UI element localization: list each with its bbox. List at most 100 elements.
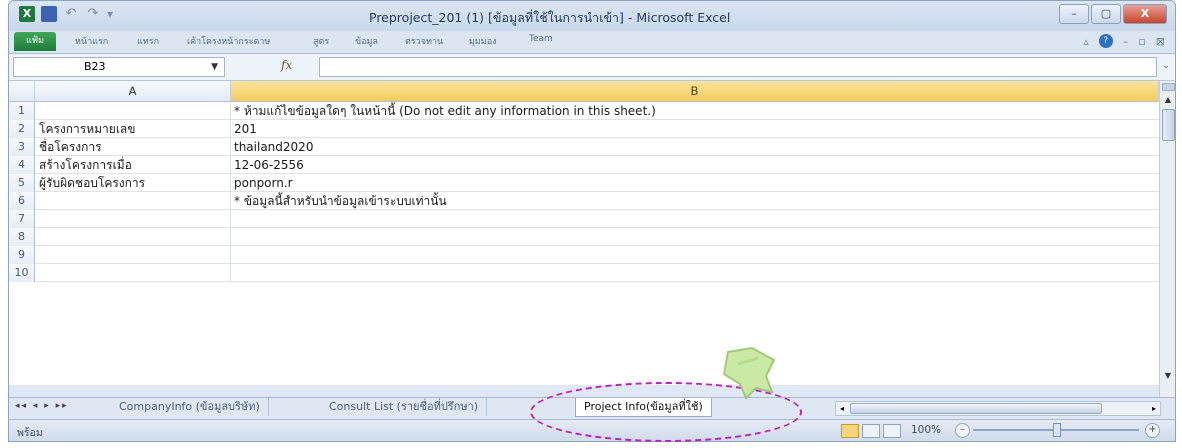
minimize-button[interactable]: – xyxy=(1059,4,1089,24)
split-box[interactable] xyxy=(1162,83,1175,91)
ribbon-restore-icon[interactable]: ▫ xyxy=(1138,35,1145,48)
cell-b1[interactable]: * ห้ามแก้ไขข้อมูลใดๆ ในหน้านี้ (Do not e… xyxy=(231,102,1159,120)
cell-b3[interactable]: thailand2020 xyxy=(231,138,1159,156)
chevron-down-icon[interactable]: ▼ xyxy=(211,58,218,76)
row-header[interactable]: 1 xyxy=(9,102,35,120)
horizontal-scrollbar[interactable]: ◂ ▸ xyxy=(835,401,1161,416)
undo-icon[interactable]: ↶ xyxy=(63,6,79,22)
zoom-in-button[interactable]: + xyxy=(1145,423,1160,438)
row-header[interactable]: 6 xyxy=(9,192,35,210)
name-box[interactable]: B23 ▼ xyxy=(13,57,225,77)
cell-b7[interactable] xyxy=(231,210,1159,228)
cell-a9[interactable] xyxy=(35,246,231,264)
help-icon[interactable]: ? xyxy=(1098,34,1113,48)
quick-access-toolbar: X ↶ ↷ ▾ xyxy=(19,6,113,22)
cell-a5[interactable]: ผู้รับผิดชอบโครงการ xyxy=(35,174,231,192)
excel-icon[interactable]: X xyxy=(19,6,35,22)
sheet-nav-arrows[interactable]: ◂◂ ◂ ▸ ▸▸ xyxy=(15,401,69,411)
ribbon-close-icon[interactable]: ⊠ xyxy=(1156,35,1165,48)
column-header-b[interactable]: B xyxy=(231,81,1159,102)
tab-file[interactable]: แฟ้ม xyxy=(14,32,56,51)
tab-data[interactable]: ข้อมูล xyxy=(355,34,378,48)
cell-b2[interactable]: 201 xyxy=(231,120,1159,138)
page-layout-view-icon[interactable] xyxy=(862,424,880,438)
cell-b5[interactable]: ponporn.r xyxy=(231,174,1159,192)
row-header[interactable]: 10 xyxy=(9,264,35,282)
cell-b8[interactable] xyxy=(231,228,1159,246)
table-row: 4 สร้างโครงการเมื่อ 12-06-2556 xyxy=(9,156,1159,174)
status-ready-text: พร้อม xyxy=(17,427,43,439)
save-icon[interactable] xyxy=(41,6,57,22)
table-row: 1 * ห้ามแก้ไขข้อมูลใดๆ ในหน้านี้ (Do not… xyxy=(9,102,1159,120)
cell-a3[interactable]: ชื่อโครงการ xyxy=(35,138,231,156)
row-header[interactable]: 8 xyxy=(9,228,35,246)
column-header-a[interactable]: A xyxy=(35,81,231,102)
zoom-slider-handle[interactable] xyxy=(1053,423,1061,437)
cell-a10[interactable] xyxy=(35,264,231,282)
formula-bar: B23 ▼ fx ⌄ xyxy=(9,54,1175,81)
maximize-button[interactable]: ▢ xyxy=(1091,4,1121,24)
tab-team[interactable]: Team xyxy=(529,34,553,44)
insert-function-icon[interactable]: fx xyxy=(281,58,292,72)
table-row: 3 ชื่อโครงการ thailand2020 xyxy=(9,138,1159,156)
cell-a4[interactable]: สร้างโครงการเมื่อ xyxy=(35,156,231,174)
normal-view-icon[interactable] xyxy=(841,424,859,438)
horizontal-scroll-thumb[interactable] xyxy=(850,403,1102,414)
view-buttons xyxy=(841,424,901,438)
cell-a2[interactable]: โครงการหมายเลข xyxy=(35,120,231,138)
close-button[interactable]: X xyxy=(1123,4,1167,24)
vertical-scrollbar[interactable]: ▲ ▼ xyxy=(1159,81,1175,397)
tab-review[interactable]: ตรวจทาน xyxy=(405,34,443,48)
collapse-ribbon-icon[interactable]: ▵ xyxy=(1083,35,1089,48)
cell-b10[interactable] xyxy=(231,264,1159,282)
row-header[interactable]: 4 xyxy=(9,156,35,174)
redo-icon[interactable]: ↷ xyxy=(85,6,101,22)
tab-insert[interactable]: แทรก xyxy=(137,34,159,48)
table-row: 10 xyxy=(9,264,1159,282)
expand-formula-bar-icon[interactable]: ⌄ xyxy=(1160,57,1172,75)
excel-window: X ↶ ↷ ▾ Preproject_201 (1) [ข้อมูลที่ใช้… xyxy=(8,0,1176,442)
row-header[interactable]: 3 xyxy=(9,138,35,156)
table-row: 2 โครงการหมายเลข 201 xyxy=(9,120,1159,138)
table-row: 5 ผู้รับผิดชอบโครงการ ponporn.r xyxy=(9,174,1159,192)
tab-formulas[interactable]: สูตร xyxy=(313,34,329,48)
table-row: 7 xyxy=(9,210,1159,228)
cell-a6[interactable] xyxy=(35,192,231,210)
zoom-level[interactable]: 100% xyxy=(911,424,941,436)
cell-a7[interactable] xyxy=(35,210,231,228)
page-break-view-icon[interactable] xyxy=(883,424,901,438)
formula-buttons: fx xyxy=(231,57,319,75)
scroll-right-icon[interactable]: ▸ xyxy=(1148,402,1160,415)
row-header[interactable]: 9 xyxy=(9,246,35,264)
row-header[interactable]: 2 xyxy=(9,120,35,138)
tab-page-layout[interactable]: เค้าโครงหน้ากระดาษ xyxy=(187,34,270,48)
name-box-value: B23 xyxy=(84,60,106,73)
row-header[interactable]: 7 xyxy=(9,210,35,228)
scroll-up-icon[interactable]: ▲ xyxy=(1160,93,1175,107)
row-header[interactable]: 5 xyxy=(9,174,35,192)
cell-a1[interactable] xyxy=(35,102,231,120)
customize-qat-icon[interactable]: ▾ xyxy=(107,7,113,21)
select-all-corner[interactable] xyxy=(9,81,35,102)
zoom-out-button[interactable]: – xyxy=(955,423,970,438)
cell-b6[interactable]: * ข้อมูลนี้สำหรับนำข้อมูลเข้าระบบเท่านั้… xyxy=(231,192,1159,210)
ribbon-right-controls: ▵ ? – ▫ ⊠ xyxy=(1083,34,1165,48)
cell-a8[interactable] xyxy=(35,228,231,246)
window-title: Preproject_201 (1) [ข้อมูลที่ใช้ในการนำเ… xyxy=(369,10,731,25)
cell-b9[interactable] xyxy=(231,246,1159,264)
tab-view[interactable]: มุมมอง xyxy=(469,34,497,48)
window-controls: – ▢ X xyxy=(1059,4,1167,24)
table-row: 8 xyxy=(9,228,1159,246)
sheet-tab-companyinfo[interactable]: CompanyInfo (ข้อมูลบริษัท) xyxy=(111,398,269,416)
tab-home[interactable]: หน้าแรก xyxy=(75,34,108,48)
cell-b4[interactable]: 12-06-2556 xyxy=(231,156,1159,174)
title-bar: X ↶ ↷ ▾ Preproject_201 (1) [ข้อมูลที่ใช้… xyxy=(9,1,1175,31)
vertical-scroll-thumb[interactable] xyxy=(1162,109,1175,141)
sheet-tab-consult-list[interactable]: Consult List (รายชื่อที่ปรึกษา) xyxy=(321,398,488,416)
scroll-down-icon[interactable]: ▼ xyxy=(1160,369,1175,383)
formula-input[interactable] xyxy=(319,57,1157,77)
ribbon-tabs: แฟ้ม หน้าแรก แทรก เค้าโครงหน้ากระดาษ สูต… xyxy=(9,31,1175,54)
table-row: 9 xyxy=(9,246,1159,264)
scroll-left-icon[interactable]: ◂ xyxy=(836,402,848,415)
ribbon-minimize-icon[interactable]: – xyxy=(1123,35,1129,48)
